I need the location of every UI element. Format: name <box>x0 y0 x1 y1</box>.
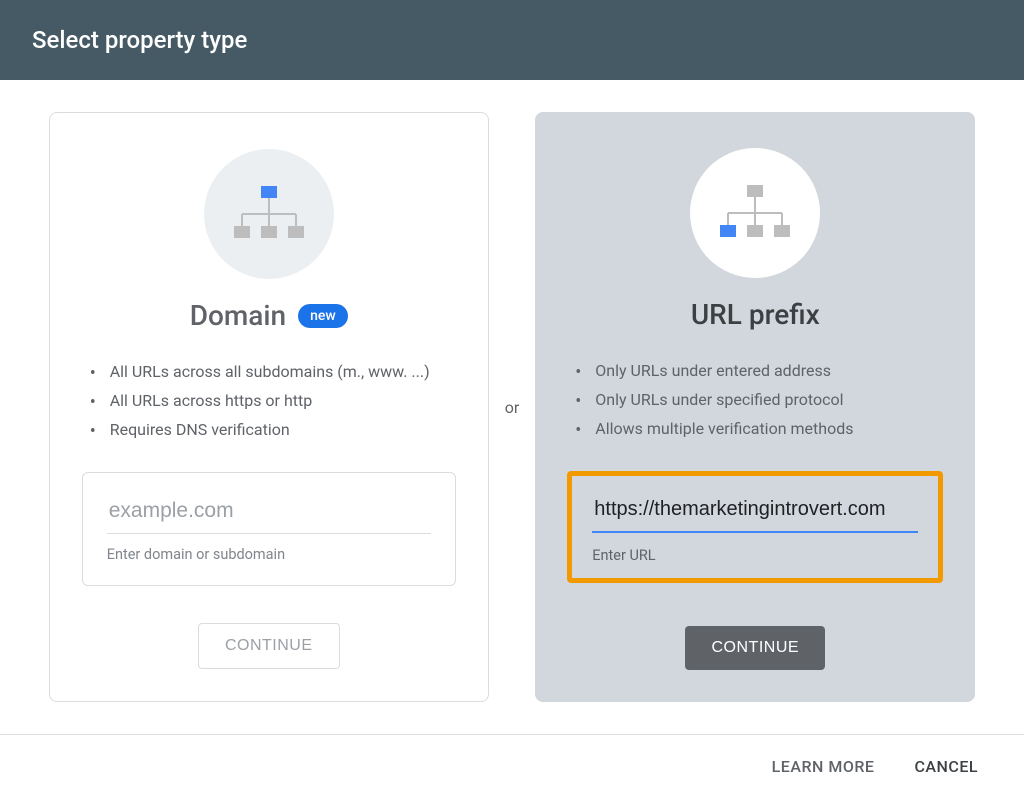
dialog-title: Select property type <box>32 26 247 54</box>
dialog-header: Select property type <box>0 0 1024 80</box>
url-bullet: Only URLs under specified protocol <box>575 386 943 415</box>
url-sitemap-icon <box>690 148 820 278</box>
domain-input-hint: Enter domain or subdomain <box>107 546 431 563</box>
url-bullet: Allows multiple verification methods <box>575 415 943 444</box>
domain-input[interactable] <box>107 495 431 534</box>
domain-bullet: All URLs across all subdomains (m., www.… <box>90 358 456 387</box>
dialog-content: Domain new All URLs across all subdomain… <box>0 80 1024 734</box>
url-card-title: URL prefix <box>691 298 820 331</box>
new-badge: new <box>298 304 348 328</box>
domain-sitemap-icon <box>204 149 334 279</box>
domain-title-row: Domain new <box>190 299 348 332</box>
or-divider: or <box>505 398 520 417</box>
learn-more-link[interactable]: LEARN MORE <box>772 757 875 776</box>
url-input-hint: Enter URL <box>592 547 918 564</box>
url-input[interactable] <box>592 494 918 533</box>
domain-card-title: Domain <box>190 299 286 332</box>
cancel-button[interactable]: CANCEL <box>914 757 978 776</box>
domain-card: Domain new All URLs across all subdomain… <box>49 112 489 702</box>
url-prefix-card: URL prefix Only URLs under entered addre… <box>535 112 975 702</box>
url-input-highlight: Enter URL <box>567 471 943 583</box>
dialog-footer: LEARN MORE CANCEL <box>0 734 1024 798</box>
domain-bullets: All URLs across all subdomains (m., www.… <box>90 358 456 444</box>
url-bullet: Only URLs under entered address <box>575 357 943 386</box>
domain-bullet: All URLs across https or http <box>90 387 456 416</box>
url-bullets: Only URLs under entered address Only URL… <box>575 357 943 443</box>
domain-bullet: Requires DNS verification <box>90 416 456 445</box>
url-title-row: URL prefix <box>691 298 820 331</box>
domain-continue-button[interactable]: CONTINUE <box>198 623 340 669</box>
url-continue-button[interactable]: CONTINUE <box>685 626 825 670</box>
domain-input-box: Enter domain or subdomain <box>82 472 456 586</box>
